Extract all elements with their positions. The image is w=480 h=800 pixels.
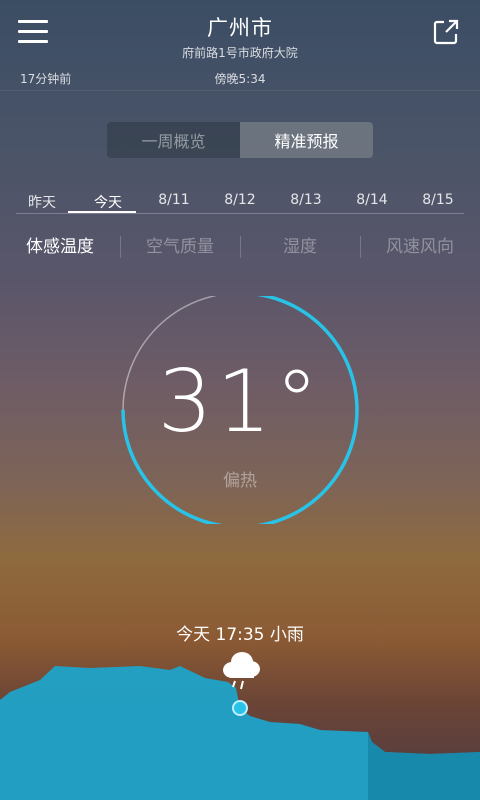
day-tab-8-11[interactable]: 8/11 [148, 192, 200, 214]
tab-feels-like[interactable]: 体感温度 [0, 234, 120, 262]
current-time-point[interactable] [232, 700, 248, 716]
metric-tabs: 体感温度 空气质量 湿度 风速风向 [0, 234, 480, 262]
feels-description: 偏热 [223, 471, 257, 491]
forecast-area-shade [368, 732, 480, 800]
tab-precise-forecast[interactable]: 精准预报 [240, 122, 373, 158]
tab-humidity[interactable]: 湿度 [240, 234, 360, 262]
forecast-summary: 今天 17:35 小雨 [176, 625, 304, 645]
day-tab-8-13[interactable]: 8/13 [280, 192, 332, 214]
header-divider [0, 90, 480, 91]
day-tabs-divider [16, 213, 464, 214]
tab-air-quality[interactable]: 空气质量 [120, 234, 240, 262]
tab-week-overview[interactable]: 一周概览 [107, 122, 240, 158]
day-tab-8-14[interactable]: 8/14 [346, 192, 398, 214]
cloud-rain-icon [223, 652, 260, 690]
view-mode-segment: 一周概览 精准预报 [107, 122, 373, 158]
share-icon[interactable] [432, 18, 460, 46]
day-tab-8-15[interactable]: 8/15 [412, 192, 464, 214]
city-title[interactable]: 广州市 [0, 12, 480, 42]
day-tab-yesterday[interactable]: 昨天 [16, 192, 68, 214]
day-tab-8-12[interactable]: 8/12 [214, 192, 266, 214]
publish-time-label: 傍晚5:34 [214, 72, 266, 86]
address-subtitle: 府前路1号市政府大院 [182, 46, 298, 60]
tab-wind[interactable]: 风速风向 [360, 234, 480, 262]
active-day-indicator [68, 211, 136, 213]
temperature-value: 31° [157, 352, 323, 452]
